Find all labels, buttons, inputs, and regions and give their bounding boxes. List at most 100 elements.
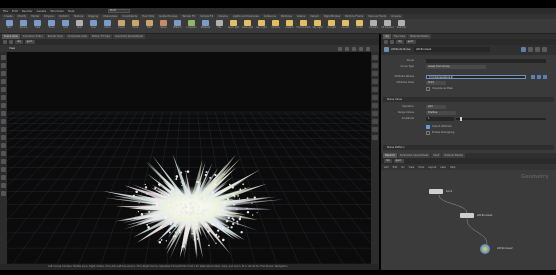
help-icon[interactable]: [528, 47, 533, 52]
shelf-tool-button[interactable]: Camera: [368, 20, 379, 33]
attribute-remove-icon[interactable]: [543, 75, 547, 79]
camera-menu-icon[interactable]: [338, 46, 342, 51]
move-tool-icon[interactable]: [1, 63, 6, 68]
param-path-obj[interactable]: obj: [396, 40, 404, 44]
network-menu-item[interactable]: Add: [384, 166, 389, 169]
light-icon[interactable]: [1, 167, 6, 172]
shelf-tool-button[interactable]: Grid: [60, 20, 71, 33]
desktop-selector[interactable]: Build: [108, 9, 130, 13]
shelf-tool-button[interactable]: Draw: [130, 20, 141, 33]
shelf-tool-button[interactable]: Distant: [284, 20, 295, 33]
shelf-tool-button[interactable]: Metaball: [200, 20, 211, 33]
snap-icon[interactable]: [1, 111, 6, 116]
shelf-tool-button[interactable]: Path: [144, 20, 155, 33]
shelf-tool-button[interactable]: Tube: [32, 20, 43, 33]
shelf-tool-button[interactable]: Curve: [116, 20, 127, 33]
shelf-tool-button[interactable]: Platonic: [172, 20, 183, 33]
shelf-tool-button[interactable]: Environment: [297, 20, 310, 33]
shelf-tool-button[interactable]: VR Camera: [381, 20, 394, 33]
pin-icon[interactable]: [1, 159, 6, 164]
rotate-tool-icon[interactable]: [1, 71, 6, 76]
node-body[interactable]: [429, 189, 443, 194]
network-menu-item[interactable]: View: [409, 166, 415, 169]
sculpt-icon[interactable]: [1, 127, 6, 132]
info-icon[interactable]: [1, 183, 6, 188]
shelf-tool-button[interactable]: Switcher: [396, 20, 407, 33]
section-noise-value[interactable]: Noise Value: [383, 97, 554, 102]
select-tool-icon[interactable]: [1, 55, 6, 60]
lighting-icon[interactable]: [366, 46, 370, 51]
network-menu-item[interactable]: Tools: [418, 166, 424, 169]
side-view-icon[interactable]: [372, 127, 378, 132]
uv-view-icon[interactable]: [372, 135, 378, 140]
net-path-obj[interactable]: obj: [384, 159, 392, 163]
home-icon[interactable]: [372, 87, 378, 92]
range-values-menu[interactable]: Positive: [426, 111, 456, 115]
lasso-icon[interactable]: [1, 135, 6, 140]
forward-arrow-icon[interactable]: [9, 40, 13, 44]
brush-icon[interactable]: [1, 143, 6, 148]
view-tool-icon[interactable]: [1, 103, 6, 108]
shelf-tool-button[interactable]: File: [214, 20, 225, 33]
shelf-tool-button[interactable]: Volume: [270, 20, 281, 33]
node-name-field[interactable]: attribnoise1: [414, 47, 490, 52]
handle-tool-icon[interactable]: [1, 87, 6, 92]
measure-icon[interactable]: [1, 151, 6, 156]
node-box1[interactable]: box1: [429, 189, 452, 194]
node-attribnoise2[interactable]: attribnoise2: [480, 244, 513, 254]
shelf-tool-button[interactable]: Caustic: [340, 20, 351, 33]
operation-menu[interactable]: Add: [426, 105, 446, 109]
info-icon[interactable]: [535, 47, 540, 52]
path-crumb-obj[interactable]: obj: [15, 40, 23, 44]
back-arrow-icon[interactable]: [3, 40, 7, 44]
shelf-tool-button[interactable]: Sky Light: [312, 20, 323, 33]
paint-icon[interactable]: [1, 119, 6, 124]
attribute-add-icon[interactable]: [537, 75, 541, 79]
shelf-tool-button[interactable]: Box: [4, 20, 15, 33]
node-body-display[interactable]: [480, 244, 490, 254]
slider-knob[interactable]: [460, 117, 463, 121]
shelf-tool-button[interactable]: Spot Light: [228, 20, 239, 33]
help-icon[interactable]: [1, 191, 6, 196]
section-noise-pattern[interactable]: Noise Pattern: [383, 145, 554, 150]
shelf-tool-button[interactable]: Circle: [102, 20, 113, 33]
forward-arrow-icon[interactable]: [390, 40, 394, 44]
node-attribnoise1[interactable]: attribnoise1: [460, 213, 493, 218]
shelf-tool-button[interactable]: Torus: [46, 20, 57, 33]
net-path-geo[interactable]: geo1: [393, 159, 404, 163]
shelf-tool-button[interactable]: Spray: [158, 20, 169, 33]
amplitude-slider[interactable]: [456, 117, 546, 121]
shelf-tool-button[interactable]: Null: [74, 20, 85, 33]
network-menu-item[interactable]: Labs: [440, 166, 446, 169]
shelf-tool-button[interactable]: GI Light: [326, 20, 337, 33]
display-options-icon[interactable]: [345, 46, 349, 51]
pose-tool-icon[interactable]: [1, 95, 6, 100]
frame-icon[interactable]: [372, 95, 378, 100]
param-path-geo[interactable]: geo1: [405, 40, 416, 44]
output-attribute-checkbox[interactable]: [426, 125, 430, 129]
network-menu-item[interactable]: Edit: [393, 166, 398, 169]
group-field[interactable]: [426, 59, 546, 63]
attribute-menu-icon[interactable]: [531, 75, 535, 79]
settings-icon[interactable]: [542, 47, 547, 52]
shelf-tool-button[interactable]: Line: [88, 20, 99, 33]
shelf-tool-button[interactable]: Geo Light: [256, 20, 267, 33]
gear-icon[interactable]: [521, 47, 526, 52]
network-menu-item[interactable]: Layout: [428, 166, 436, 169]
remap-checkbox[interactable]: [426, 131, 430, 135]
back-arrow-icon[interactable]: [384, 40, 388, 44]
scale-tool-icon[interactable]: [1, 79, 6, 84]
shelf-tool-button[interactable]: Sphere: [18, 20, 29, 33]
node-body[interactable]: [460, 213, 474, 218]
shading-mode-icon[interactable]: [352, 46, 356, 51]
shelf-tool-button[interactable]: L-System: [186, 20, 197, 33]
shelf-tool-button[interactable]: Portal: [354, 20, 365, 33]
shelf-tool-button[interactable]: Area Light: [242, 20, 253, 33]
cam-icon[interactable]: [1, 175, 6, 180]
group-type-menu[interactable]: Guess from Group: [426, 65, 486, 69]
3d-viewport[interactable]: [7, 52, 371, 264]
wireframe-icon[interactable]: [359, 46, 363, 51]
attribute-names-field[interactable]: P Cd temperature ▼: [426, 75, 526, 79]
visualize-checkbox[interactable]: [426, 87, 430, 91]
network-menu-item[interactable]: Go: [401, 166, 404, 169]
